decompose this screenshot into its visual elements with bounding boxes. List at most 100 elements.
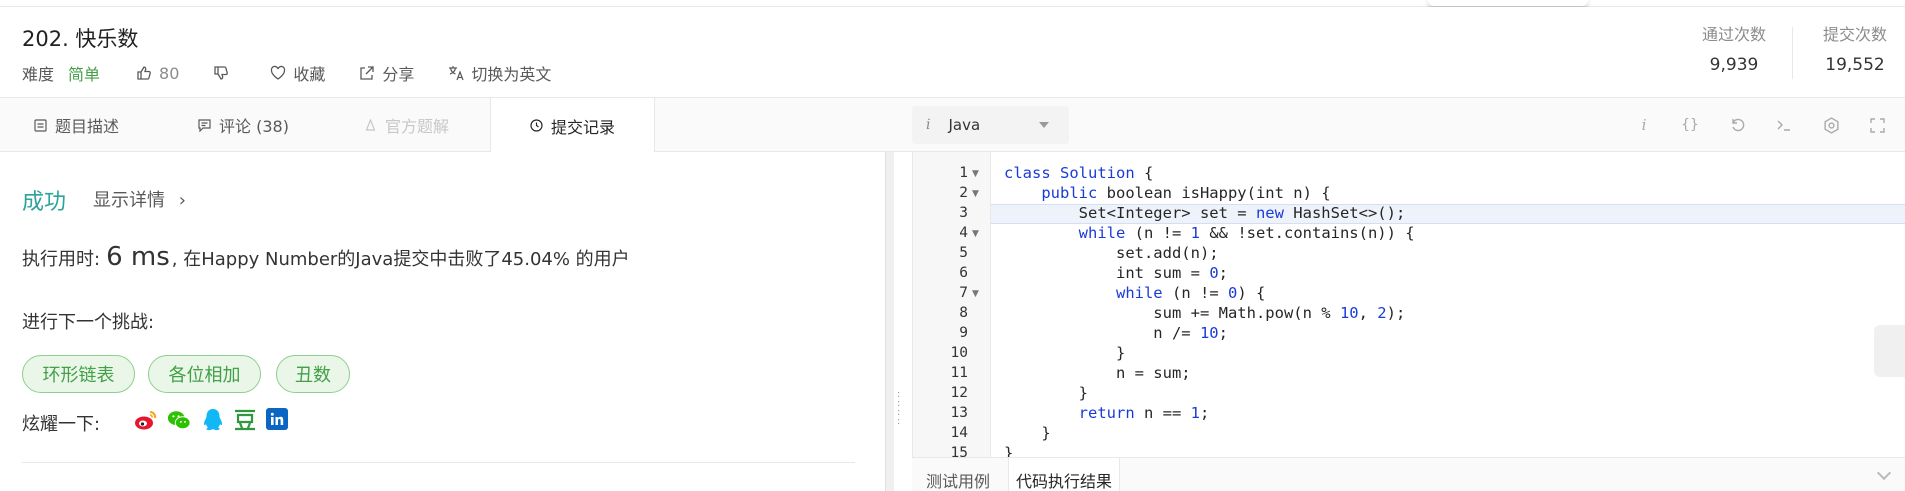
tab-description[interactable]: 题目描述: [34, 98, 119, 152]
line-number: 14: [950, 425, 968, 441]
thumbs-up-icon: [137, 66, 151, 80]
line-number: 9: [959, 325, 968, 341]
console-tab-bar: 测试用例 代码执行结果: [912, 457, 1905, 491]
top-border: [0, 0, 1905, 7]
language-value: Java: [948, 116, 981, 134]
code-line-text: class Solution {: [1004, 164, 1154, 182]
tab-test-case[interactable]: 测试用例: [926, 458, 990, 491]
tab-solution[interactable]: 官方题解: [364, 98, 449, 152]
code-line-text: sum += Math.pow(n % 10, 2);: [1004, 304, 1406, 322]
translate-icon: [449, 66, 464, 81]
code-line: return n == 1;: [1004, 404, 1210, 422]
stat-value: 9,939: [1709, 55, 1759, 75]
console-icon[interactable]: [1773, 114, 1795, 136]
code-line: public boolean isHappy(int n) {: [1004, 184, 1331, 202]
problem-meta: 难度 简单 80 收藏 分享 切换为英文: [22, 61, 585, 85]
line-number: 3: [959, 205, 968, 221]
code-line: n /= 10;: [1004, 324, 1228, 342]
description-icon: [34, 118, 47, 132]
code-line: }: [1004, 384, 1088, 402]
show-details-link[interactable]: 显示详情 ›: [93, 186, 186, 212]
settings-icon[interactable]: [1820, 114, 1842, 136]
code-line-text: while (n != 0) {: [1115, 284, 1266, 302]
info-small-icon: i: [926, 117, 931, 133]
braces-icon[interactable]: {}: [1679, 114, 1701, 136]
code-line-text: }: [1004, 424, 1051, 442]
code-line: Set<Integer> set = new HashSet<>();: [1004, 204, 1406, 222]
share-button[interactable]: 分享: [359, 61, 414, 85]
code-line: set.add(n);: [1004, 244, 1219, 262]
challenge-tag[interactable]: 环形链表: [22, 355, 135, 393]
tab-label: 题目描述: [55, 117, 120, 136]
runtime-value: 6 ms: [106, 242, 170, 272]
chevron-down-icon[interactable]: [1876, 465, 1892, 481]
favorite-label: 收藏: [293, 65, 326, 84]
tab-label: 官方题解: [385, 117, 450, 136]
code-line-text: int sum = 0;: [1004, 264, 1228, 282]
language-select[interactable]: i Java: [912, 106, 1069, 144]
next-challenge-label: 进行下一个挑战:: [22, 312, 155, 333]
fullscreen-icon[interactable]: [1866, 114, 1888, 136]
stat-divider: [1792, 27, 1793, 79]
like-button[interactable]: 80: [136, 64, 179, 83]
panel-resize-handle[interactable]: [885, 152, 894, 491]
share-label: 分享: [382, 65, 415, 84]
code-line-text: Set<Integer> set = new HashSet<>();: [1004, 204, 1406, 222]
code-line: while (n != 0) {: [1004, 284, 1265, 302]
line-number: 11: [950, 365, 968, 381]
code-line-text: n /= 10;: [1004, 324, 1228, 342]
tab-bar: 题目描述 评论 (38) 官方题解 提交记录 i Java i {}: [0, 97, 1905, 153]
wechat-icon[interactable]: [167, 408, 191, 432]
reset-icon[interactable]: [1727, 114, 1749, 136]
line-number: 5: [959, 245, 968, 261]
linkedin-icon[interactable]: [266, 408, 288, 430]
like-count: 80: [159, 63, 180, 83]
tab-label: 评论 (38): [219, 117, 289, 136]
details-label: 显示详情: [93, 190, 165, 211]
top-dropdown-shadow: [1428, 0, 1588, 6]
submission-count-stat: 提交次数 19,552: [1812, 21, 1898, 75]
result-status: 成功: [22, 190, 67, 215]
leetcode-submission-page: 202. 快乐数 难度 简单 80 收藏 分享 切换为英文 通过次数 9,939…: [0, 0, 1905, 491]
difficulty-label: 难度: [22, 65, 55, 84]
challenge-tag[interactable]: 各位相加: [148, 355, 261, 393]
dislike-button[interactable]: [213, 65, 236, 81]
tab-run-result[interactable]: 代码执行结果: [1008, 458, 1120, 491]
challenge-tag[interactable]: 丑数: [276, 355, 350, 393]
weibo-icon[interactable]: [134, 408, 158, 432]
floating-side-button[interactable]: [1874, 325, 1905, 377]
favorite-button[interactable]: 收藏: [270, 61, 325, 85]
code-line-text: }: [1004, 384, 1088, 402]
tab-submissions[interactable]: 提交记录: [490, 98, 655, 153]
code-line-text: public boolean isHappy(int n) {: [1041, 184, 1331, 202]
stat-value: 19,552: [1825, 55, 1885, 75]
line-number: 6: [959, 265, 968, 281]
share-icon: [360, 66, 375, 80]
chevron-right-icon: ›: [178, 190, 186, 211]
code-line-text: set.add(n);: [1004, 244, 1219, 262]
code-line: sum += Math.pow(n % 10, 2);: [1004, 304, 1405, 322]
translate-label: 切换为英文: [471, 65, 552, 84]
fold-arrow-icon[interactable]: ▼: [972, 229, 979, 239]
line-number: 10: [950, 345, 968, 361]
code-line: while (n != 1 && !set.contains(n)) {: [1004, 224, 1415, 242]
tab-comments[interactable]: 评论 (38): [198, 98, 289, 152]
tab-label: 提交记录: [550, 117, 615, 137]
submission-result-panel: 成功 显示详情 › 执行用时: 6 ms , 在Happy Number的Jav…: [0, 152, 890, 491]
fold-arrow-icon[interactable]: ▼: [972, 289, 979, 299]
code-editor[interactable]: 1 2 3 4 5 6 7 8 9 10 11 12 13 14 15 ▼ ▼ …: [912, 152, 1905, 462]
code-line: int sum = 0;: [1004, 264, 1228, 282]
problem-header: 202. 快乐数 难度 简单 80 收藏 分享 切换为英文 通过次数 9,939…: [0, 7, 1905, 97]
problem-title: 202. 快乐数: [22, 27, 139, 51]
qq-icon[interactable]: [201, 408, 225, 432]
fold-arrow-icon[interactable]: ▼: [972, 169, 979, 179]
translate-button[interactable]: 切换为英文: [448, 61, 551, 85]
line-number: 2: [959, 185, 968, 201]
line-number: 13: [950, 405, 968, 421]
info-icon[interactable]: i: [1633, 114, 1655, 136]
douban-icon[interactable]: [233, 408, 257, 432]
fold-arrow-icon[interactable]: ▼: [972, 189, 979, 199]
stat-label: 通过次数: [1701, 25, 1766, 44]
line-number: 4: [959, 225, 968, 241]
difficulty-value: 简单: [68, 65, 101, 84]
